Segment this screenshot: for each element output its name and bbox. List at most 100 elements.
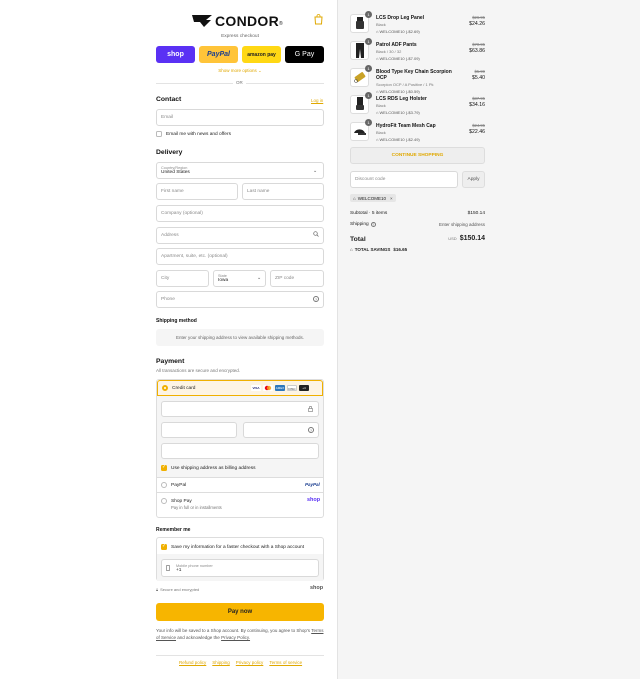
item-discount: ⌂ WELCOME10 (-$2.69) <box>376 29 420 34</box>
billing-same-checkbox[interactable]: Use shipping address as billing address <box>161 464 256 471</box>
cart-item-info: HydroFit Team Mesh Cap Black ⌂ WELCOME10 (… <box>376 123 456 142</box>
shipping-policy-link[interactable]: Shipping <box>212 660 230 665</box>
cart-item-info: LCS Drop Leg Panel Black ⌂ WELCOME10 (-$2.… <box>376 15 456 34</box>
paypal-express-button[interactable]: PayPal <box>199 46 238 63</box>
item-prices: $26.95 $24.26 <box>469 15 485 27</box>
item-prices: $37.95 $34.16 <box>469 96 485 108</box>
cap-icon <box>352 125 367 138</box>
discounted-price: $24.26 <box>469 21 485 27</box>
total-savings: ⌂ TOTAL SAVINGS $16.65 <box>350 247 408 252</box>
company-field[interactable]: Company (optional) <box>156 205 324 222</box>
product-variant: Scorpion OCP / A Positive / 1 Pk <box>376 82 434 87</box>
privacy-policy-link[interactable]: Privacy Policy. <box>221 635 250 640</box>
remove-discount-icon[interactable]: × <box>390 196 393 201</box>
remember-me-heading: Remember me <box>156 527 191 533</box>
country-select[interactable]: Country/Region United States <box>156 162 324 179</box>
express-checkout-label: Express checkout <box>221 34 259 39</box>
card-fields-panel: ? Use shipping address as billing addres… <box>157 396 323 477</box>
currency-code: USD <box>448 236 457 241</box>
holster-icon <box>354 96 366 113</box>
cart-item-info: Blood Type Key Chain Scorpion OCP Scorpio… <box>376 69 456 94</box>
visa-icon: VISA <box>251 385 261 391</box>
cart-item: 1 LCS Drop Leg Panel Black ⌂ WELCOME10 (-$2… <box>350 11 485 41</box>
product-variant: Black <box>376 22 386 27</box>
login-link[interactable]: Log in <box>311 98 323 103</box>
mobile-phone-icon <box>166 565 170 573</box>
help-icon[interactable]: ? <box>313 296 319 302</box>
delivery-heading: Delivery <box>156 149 183 156</box>
order-summary: 1 LCS Drop Leg Panel Black ⌂ WELCOME10 (-$2… <box>337 0 640 679</box>
privacy-policy-footer-link[interactable]: Privacy policy <box>236 660 264 665</box>
shipping-method-heading: Shipping method <box>156 318 197 324</box>
cart-item: 1 HydroFit Team Mesh Cap Black ⌂ WELCOME10 … <box>350 119 485 149</box>
cart-item-list: 1 LCS Drop Leg Panel Black ⌂ WELCOME10 (-$2… <box>350 11 485 149</box>
footer-links: Refund policy Shipping Privacy policy Te… <box>179 660 302 665</box>
brand-logo[interactable]: CONDOR ® <box>192 13 283 29</box>
zip-field[interactable]: ZIP code <box>270 270 324 287</box>
show-more-options-link[interactable]: Show more options ⌄ <box>156 68 324 74</box>
name-on-card-field[interactable] <box>161 443 319 459</box>
product-name: LCS RDS Leg Holster <box>376 96 427 102</box>
city-field[interactable]: City <box>156 270 209 287</box>
first-name-field[interactable]: First name <box>156 183 238 200</box>
continue-shopping-button[interactable]: CONTINUE SHOPPING <box>350 147 485 164</box>
item-prices: $5.99 $5.40 <box>472 69 485 81</box>
checkbox-checked-icon[interactable] <box>161 464 167 471</box>
product-name: Blood Type Key Chain Scorpion OCP <box>376 69 452 81</box>
payment-subtitle: All transactions are secure and encrypte… <box>156 368 241 373</box>
terms-footer-link[interactable]: Terms of service <box>269 660 302 665</box>
google-pay-express-button[interactable]: G Pay <box>285 46 324 63</box>
refund-policy-link[interactable]: Refund policy <box>179 660 206 665</box>
address-field[interactable]: Address <box>156 227 324 244</box>
leg-panel-icon <box>354 16 366 32</box>
email-field[interactable]: Email <box>156 109 324 126</box>
amazon-pay-express-button[interactable]: amazon pay <box>242 46 281 63</box>
discount-code-field[interactable]: Discount code <box>350 171 458 188</box>
pay-now-button[interactable]: Pay now <box>156 603 324 621</box>
product-thumbnail: 1 <box>350 11 372 33</box>
legal-text: Your info will be saved to a Shop accoun… <box>156 628 324 640</box>
card-logos: VISA AMEX DISC +4 <box>249 385 309 391</box>
expiry-field[interactable] <box>161 422 237 438</box>
card-number-field[interactable] <box>161 401 319 417</box>
shop-pay-option[interactable]: Shop Pay Pay in full or in installments <box>157 492 323 517</box>
item-discount: ⌂ WELCOME10 (-$2.49) <box>376 137 420 142</box>
original-price: $5.99 <box>474 69 485 74</box>
radio-icon[interactable] <box>161 498 167 504</box>
phone-field[interactable]: Phone <box>156 291 324 308</box>
footer-divider <box>156 655 324 656</box>
mobile-phone-field[interactable]: Mobile phone number +1 <box>161 559 319 577</box>
discover-icon: DISC <box>287 385 297 391</box>
last-name-field[interactable]: Last name <box>242 183 324 200</box>
product-thumbnail: 1 <box>350 38 372 60</box>
or-divider-label: OR <box>233 80 246 85</box>
newsletter-checkbox[interactable]: Email me with news and offers <box>156 131 231 137</box>
discounted-price: $22.46 <box>469 129 485 135</box>
help-icon[interactable]: ? <box>308 427 314 433</box>
radio-icon[interactable] <box>161 482 167 488</box>
radio-selected-icon[interactable] <box>162 385 168 391</box>
apply-discount-button[interactable]: Apply <box>462 171 485 188</box>
product-thumbnail: 1 <box>350 119 372 141</box>
cart-item: 1 Patrol ADF Pants Black / 30 / 32 ⌂ WELCOM… <box>350 38 485 68</box>
secure-note: 🔒︎ Secure and encrypted <box>156 587 200 592</box>
total-value: $150.14 <box>459 235 485 242</box>
checkbox-checked-icon[interactable] <box>161 543 167 550</box>
shop-pay-express-button[interactable]: shop <box>156 46 195 63</box>
item-prices: $24.95 $22.46 <box>469 123 485 135</box>
newsletter-checkbox-box[interactable] <box>156 131 162 137</box>
chevron-down-icon: ⌄ <box>313 168 318 174</box>
apartment-field[interactable]: Apartment, suite, etc. (optional) <box>156 248 324 265</box>
paypal-option[interactable]: PayPal <box>157 477 323 492</box>
discounted-price: $34.16 <box>469 102 485 108</box>
cart-item: 1 Blood Type Key Chain Scorpion OCP Scorpi… <box>350 65 485 95</box>
cart-bag-icon[interactable] <box>314 14 323 27</box>
payment-methods-box: Credit card VISA AMEX DISC +4 ? Use ship… <box>156 379 324 518</box>
save-info-checkbox[interactable]: Save my information for a faster checkou… <box>161 543 304 550</box>
original-price: $37.95 <box>472 96 485 101</box>
tag-icon: ⌂ <box>350 247 353 252</box>
chevron-down-icon: ⌄ <box>257 275 262 281</box>
product-name: Patrol ADF Pants <box>376 42 417 48</box>
product-variant: Black <box>376 103 386 108</box>
quantity-badge: 1 <box>365 65 372 72</box>
